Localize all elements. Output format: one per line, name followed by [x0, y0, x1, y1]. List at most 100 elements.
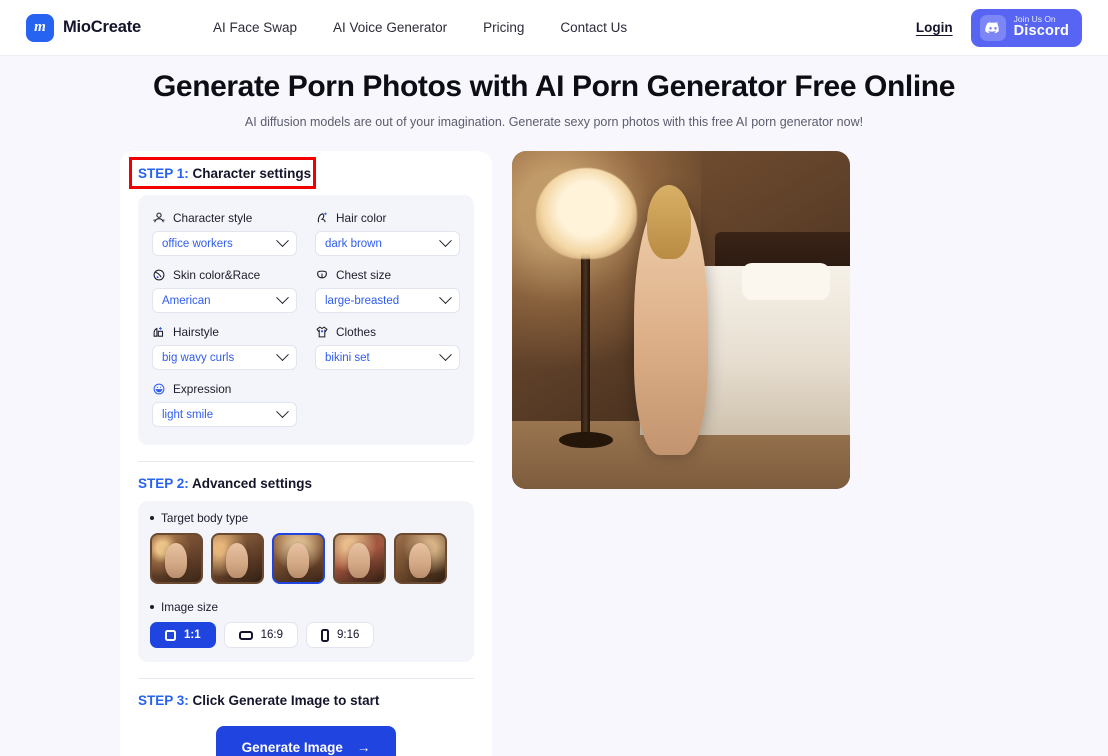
step2-title: Advanced settings	[188, 476, 313, 491]
field-chest-size: Chest size large-breasted	[315, 264, 460, 317]
hairstyle-label: Hairstyle	[173, 325, 219, 339]
square-icon	[165, 629, 176, 641]
chest-size-select[interactable]: large-breasted	[315, 288, 460, 313]
generate-image-label: Generate Image	[241, 740, 343, 755]
clothes-icon	[316, 326, 328, 338]
step3-section: STEP 3: Click Generate Image to start Ge…	[138, 679, 474, 756]
preview-pillow	[741, 262, 830, 300]
chest-size-label: Chest size	[336, 268, 392, 282]
nav-item-contact-us[interactable]: Contact Us	[560, 20, 627, 35]
field-skin-color-race: Skin color&Race American	[152, 264, 297, 317]
generated-image-preview[interactable]	[512, 151, 850, 489]
hair-color-value: dark brown	[325, 237, 382, 250]
chevron-down-icon	[439, 234, 452, 248]
nav-item-ai-voice-generator[interactable]: AI Voice Generator	[333, 20, 447, 35]
brand-name: MioCreate	[63, 18, 141, 36]
hair-color-label-row: Hair color	[315, 211, 460, 225]
skin-color-select[interactable]: American	[152, 288, 297, 313]
chest-size-label-row: Chest size	[315, 268, 460, 282]
chevron-down-icon	[439, 348, 452, 362]
character-style-select[interactable]: office workers	[152, 231, 297, 256]
image-size-1-1-label: 1:1	[184, 629, 201, 641]
nav-item-ai-face-swap[interactable]: AI Face Swap	[213, 20, 297, 35]
expression-label-row: Expression	[152, 382, 297, 396]
body-type-options	[150, 533, 462, 584]
image-size-9-16-label: 9:16	[337, 629, 360, 641]
body-type-thumb-2	[213, 535, 262, 582]
join-discord-button[interactable]: Join Us On Discord	[970, 8, 1082, 47]
preview-lamp-shade	[535, 167, 638, 260]
hair-color-label: Hair color	[336, 211, 387, 225]
step2-heading: STEP 2: Advanced settings	[138, 476, 474, 491]
image-size-9-16[interactable]: 9:16	[306, 622, 375, 648]
chevron-down-icon	[439, 291, 452, 305]
discord-bottom-label: Discord	[1013, 23, 1069, 40]
step1-heading: STEP 1: Character settings	[138, 166, 311, 181]
step1-header-wrap: STEP 1: Character settings	[129, 157, 316, 189]
page-title: Generate Porn Photos with AI Porn Genera…	[152, 70, 956, 103]
hero-section: Generate Porn Photos with AI Porn Genera…	[0, 56, 1108, 129]
field-expression: Expression light smile	[152, 378, 297, 431]
body-type-thumb-4	[335, 535, 384, 582]
image-size-1-1[interactable]: 1:1	[150, 622, 216, 648]
chevron-down-icon	[276, 234, 289, 248]
hairstyle-value: big wavy curls	[162, 351, 235, 364]
hairstyle-label-row: Hairstyle	[152, 325, 297, 339]
character-style-value: office workers	[162, 237, 233, 250]
nav-item-pricing[interactable]: Pricing	[483, 20, 524, 35]
body-type-thumb-3	[274, 535, 323, 582]
character-style-icon	[153, 212, 165, 223]
chest-size-value: large-breasted	[325, 294, 400, 307]
body-type-thumb-1	[152, 535, 201, 582]
field-hair-color: Hair color dark brown	[315, 207, 460, 260]
body-type-option-5[interactable]	[394, 533, 447, 584]
step1-title: Character settings	[188, 166, 312, 181]
field-character-style: Character style office workers	[152, 207, 297, 260]
generator-form-panel: STEP 1: Character settings Character sty…	[120, 151, 492, 756]
expression-label: Expression	[173, 382, 232, 396]
clothes-label: Clothes	[336, 325, 376, 339]
page-subtitle: AI diffusion models are out of your imag…	[244, 115, 864, 129]
preview-figure-hair	[647, 184, 692, 260]
body-type-thumb-5	[396, 535, 445, 582]
hair-color-select[interactable]: dark brown	[315, 231, 460, 256]
body-type-option-2[interactable]	[211, 533, 264, 584]
step3-title: Click Generate Image to start	[188, 693, 380, 708]
settings-card-filler	[315, 378, 460, 431]
hairstyle-icon	[153, 327, 164, 337]
character-style-label: Character style	[173, 211, 253, 225]
hairstyle-select[interactable]: big wavy curls	[152, 345, 297, 370]
step3-number: STEP 3:	[138, 693, 189, 708]
image-size-label: Image size	[150, 600, 462, 614]
step2-number: STEP 2:	[138, 476, 189, 491]
chest-size-icon	[317, 270, 327, 279]
login-link[interactable]: Login	[916, 20, 953, 35]
skin-color-label: Skin color&Race	[173, 268, 261, 282]
generate-image-button[interactable]: Generate Image →	[216, 726, 396, 756]
miocreate-logo-icon: m	[26, 13, 54, 42]
character-style-label-row: Character style	[152, 211, 297, 225]
clothes-label-row: Clothes	[315, 325, 460, 339]
clothes-select[interactable]: bikini set	[315, 345, 460, 370]
main-stage: STEP 1: Character settings Character sty…	[0, 129, 1108, 756]
expression-select[interactable]: light smile	[152, 402, 297, 427]
chevron-down-icon	[276, 348, 289, 362]
discord-label: Join Us On Discord	[1014, 15, 1069, 39]
image-size-16-9[interactable]: 16:9	[223, 622, 299, 648]
skin-color-label-row: Skin color&Race	[152, 268, 297, 282]
skin-color-value: American	[162, 294, 211, 307]
image-size-16-9-label: 16:9	[260, 629, 284, 641]
body-type-option-3[interactable]	[272, 533, 325, 584]
body-type-label: Target body type	[150, 511, 462, 525]
step3-heading: STEP 3: Click Generate Image to start	[138, 693, 474, 708]
field-hairstyle: Hairstyle big wavy curls	[152, 321, 297, 374]
advanced-settings-card: Target body type Image size 1:1 16:9 9:1…	[138, 501, 474, 662]
brand-logo[interactable]: m MioCreate	[26, 13, 141, 42]
chevron-down-icon	[276, 291, 289, 305]
field-clothes: Clothes bikini set	[315, 321, 460, 374]
header-actions: Login Join Us On Discord	[916, 8, 1082, 47]
step1-number: STEP 1:	[138, 166, 189, 181]
body-type-option-4[interactable]	[333, 533, 386, 584]
hair-color-icon	[317, 212, 327, 223]
body-type-option-1[interactable]	[150, 533, 203, 584]
